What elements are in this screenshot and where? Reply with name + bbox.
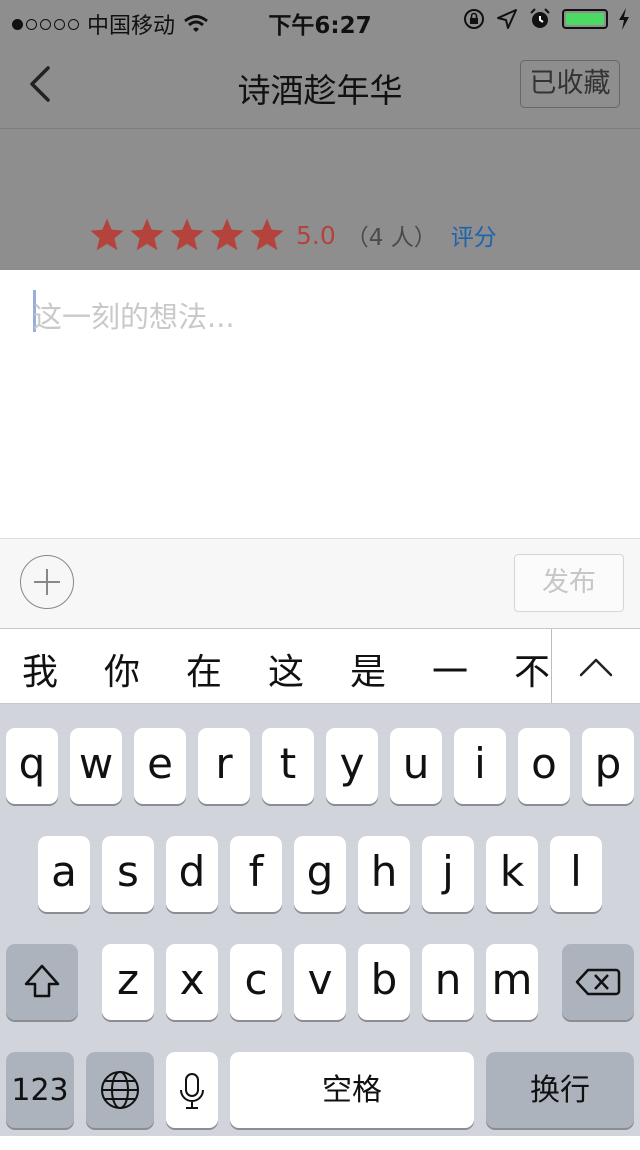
star-icon: [130, 218, 164, 251]
candidate-word[interactable]: 这: [268, 643, 304, 695]
key-y[interactable]: y: [326, 728, 378, 804]
key-f[interactable]: f: [230, 836, 282, 912]
shift-key[interactable]: [6, 944, 78, 1020]
key-j[interactable]: j: [422, 836, 474, 912]
star-icon: [90, 218, 124, 251]
candidate-word[interactable]: 不: [514, 643, 550, 695]
microphone-key[interactable]: [166, 1052, 218, 1128]
numbers-key[interactable]: 123: [6, 1052, 74, 1128]
battery-icon: [562, 9, 608, 29]
key-b[interactable]: b: [358, 944, 410, 1020]
key-t[interactable]: t: [262, 728, 314, 804]
candidate-word[interactable]: 我: [22, 643, 58, 695]
key-d[interactable]: d: [166, 836, 218, 912]
rate-link[interactable]: 评分: [451, 218, 497, 252]
key-i[interactable]: i: [454, 728, 506, 804]
key-l[interactable]: l: [550, 836, 602, 912]
status-right: [462, 7, 630, 31]
navigation-bar: 诗酒趁年华 已收藏: [0, 40, 640, 129]
key-u[interactable]: u: [390, 728, 442, 804]
globe-key[interactable]: [86, 1052, 154, 1128]
publish-button[interactable]: 发布: [514, 554, 624, 612]
candidate-word[interactable]: 一: [432, 643, 468, 695]
rating-score: 5.0: [296, 220, 336, 250]
key-p[interactable]: p: [582, 728, 634, 804]
candidate-word[interactable]: 在: [186, 643, 222, 695]
star-icon: [170, 218, 204, 251]
key-k[interactable]: k: [486, 836, 538, 912]
key-o[interactable]: o: [518, 728, 570, 804]
rating-row: 5.0 （4 人） 评分: [88, 216, 497, 254]
candidate-word[interactable]: 是: [350, 643, 386, 695]
key-n[interactable]: n: [422, 944, 474, 1020]
candidate-word[interactable]: 你: [104, 643, 140, 695]
key-g[interactable]: g: [294, 836, 346, 912]
key-q[interactable]: q: [6, 728, 58, 804]
return-key[interactable]: 换行: [486, 1052, 634, 1128]
candidate-bar: 我 你 在 这 是 一 不: [0, 628, 640, 704]
key-a[interactable]: a: [38, 836, 90, 912]
key-e[interactable]: e: [134, 728, 186, 804]
status-bar: 中国移动 下午6:27: [0, 0, 640, 40]
key-w[interactable]: w: [70, 728, 122, 804]
backspace-icon: [575, 968, 621, 996]
shift-arrow-icon: [24, 964, 60, 998]
add-attachment-button[interactable]: [20, 555, 74, 609]
key-x[interactable]: x: [166, 944, 218, 1020]
backspace-key[interactable]: [562, 944, 634, 1020]
charging-bolt-icon: [619, 8, 629, 30]
microphone-icon: [180, 1073, 204, 1109]
expand-candidates-button[interactable]: [552, 629, 640, 703]
space-key[interactable]: 空格: [230, 1052, 474, 1128]
composer-textarea[interactable]: 这一刻的想法...: [0, 270, 640, 538]
globe-icon: [101, 1071, 139, 1109]
star-icon: [250, 218, 284, 251]
key-h[interactable]: h: [358, 836, 410, 912]
keyboard: q w e r t y u i o p a s d f g h j k l z …: [0, 704, 640, 1136]
composer-placeholder: 这一刻的想法...: [33, 300, 235, 334]
rating-count: （4 人）: [345, 225, 437, 251]
favorited-button[interactable]: 已收藏: [520, 60, 620, 108]
composer-toolbar: 发布: [0, 538, 640, 629]
key-m[interactable]: m: [486, 944, 538, 1020]
key-z[interactable]: z: [102, 944, 154, 1020]
key-s[interactable]: s: [102, 836, 154, 912]
key-c[interactable]: c: [230, 944, 282, 1020]
chevron-up-icon: [579, 658, 613, 677]
key-v[interactable]: v: [294, 944, 346, 1020]
location-arrow-icon: [497, 9, 517, 29]
orientation-lock-icon: [464, 9, 484, 29]
star-icon: [210, 218, 244, 251]
alarm-icon: [530, 8, 550, 28]
key-r[interactable]: r: [198, 728, 250, 804]
